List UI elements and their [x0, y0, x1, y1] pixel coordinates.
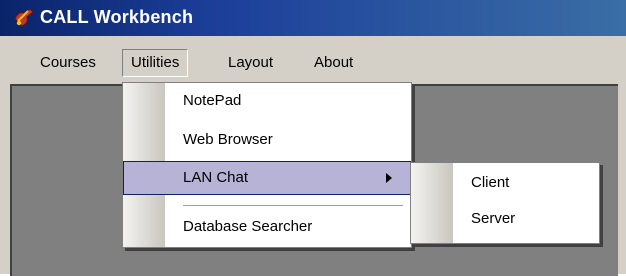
- submenu-item-client[interactable]: Client: [411, 165, 599, 201]
- window-title: CALL Workbench: [40, 7, 194, 27]
- menu-bar: Courses Utilities Layout About: [10, 44, 618, 84]
- submenu-item-label: Server: [471, 210, 516, 227]
- menu-layout[interactable]: Layout: [220, 50, 281, 76]
- menu-utilities[interactable]: Utilities: [122, 49, 189, 77]
- menu-item-label: NotePad: [183, 92, 242, 109]
- submenu-arrow-icon: [386, 173, 392, 183]
- menu-about[interactable]: About: [306, 50, 361, 76]
- menu-separator: [183, 205, 403, 207]
- submenu-item-server[interactable]: Server: [411, 201, 599, 237]
- menu-item-label: Web Browser: [183, 131, 273, 148]
- menu-item-notepad[interactable]: NotePad: [123, 85, 411, 117]
- menu-courses[interactable]: Courses: [32, 50, 104, 76]
- app-window: CALL Workbench Courses Utilities Layout …: [0, 0, 626, 276]
- menu-item-label: LAN Chat: [183, 169, 249, 186]
- submenu-item-label: Client: [471, 174, 510, 191]
- menu-item-database-searcher[interactable]: Database Searcher: [123, 211, 411, 243]
- app-tools-icon: [14, 8, 34, 27]
- utilities-dropdown: NotePad Web Browser LAN Chat Database Se…: [122, 82, 412, 248]
- menu-item-label: Database Searcher: [183, 218, 313, 235]
- lan-chat-submenu: Client Server: [410, 162, 600, 244]
- menu-item-lan-chat[interactable]: LAN Chat: [123, 161, 411, 195]
- title-bar[interactable]: CALL Workbench: [0, 0, 626, 36]
- menu-item-web-browser[interactable]: Web Browser: [123, 124, 411, 156]
